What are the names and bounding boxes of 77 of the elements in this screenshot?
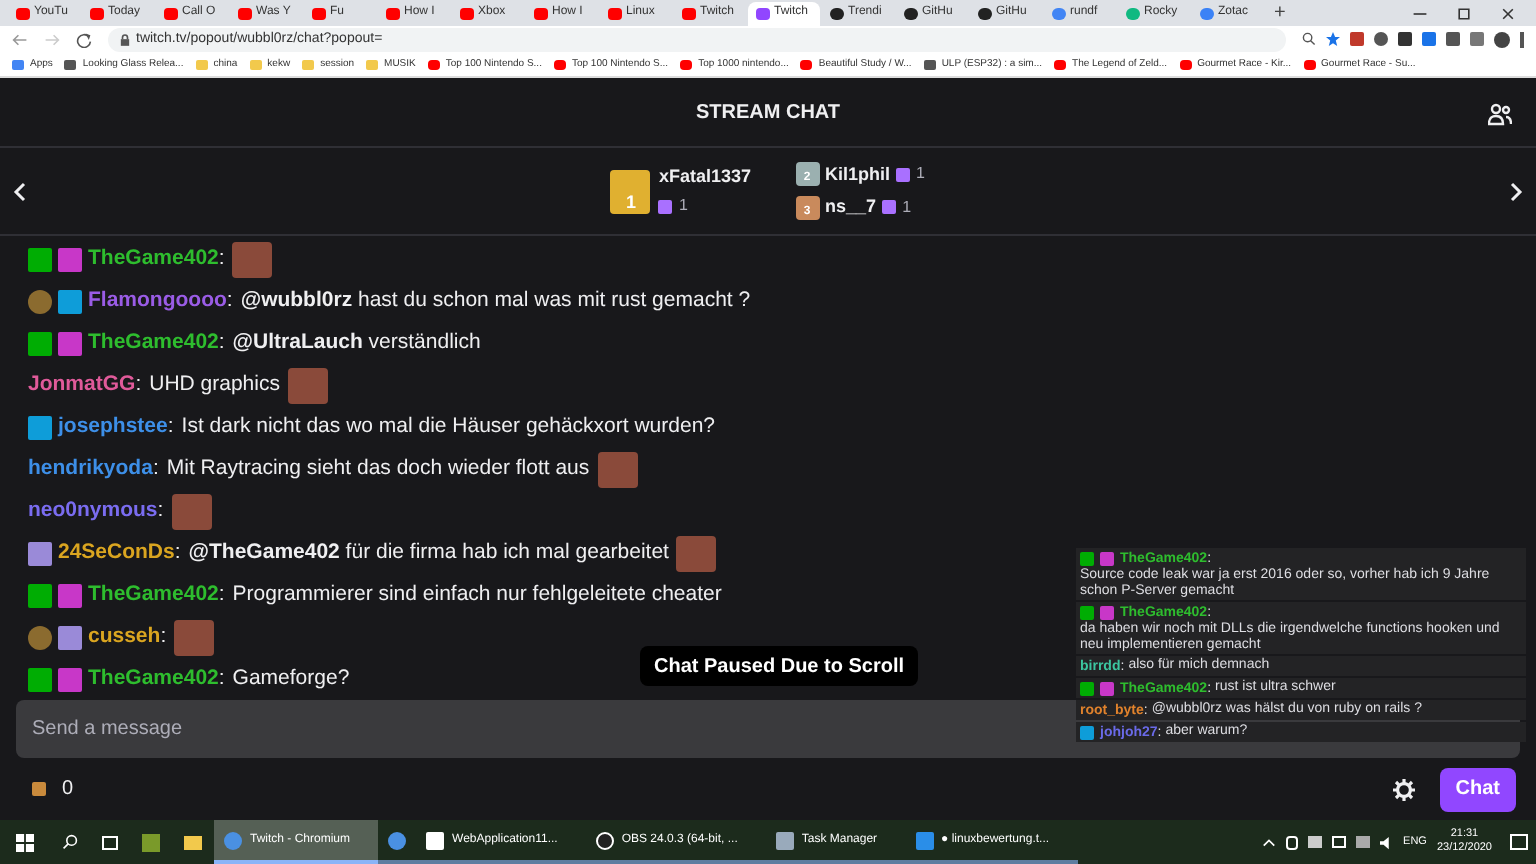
lock-icon <box>120 33 130 46</box>
colon: : <box>152 453 159 484</box>
chat-username[interactable]: cusseh <box>88 621 161 653</box>
tray-icon[interactable] <box>1355 836 1370 848</box>
chat-message: @UltraLauch verständlich <box>232 327 481 358</box>
new-tab-button[interactable]: + <box>1266 1 1294 26</box>
chat-username[interactable]: TheGame402 <box>88 663 219 695</box>
chat-username[interactable]: josephstee <box>58 411 168 443</box>
chat-username[interactable]: TheGame402 <box>88 579 219 611</box>
star-icon[interactable] <box>1326 32 1340 47</box>
avatar-icon[interactable] <box>1494 31 1510 48</box>
folder-icon <box>366 60 379 71</box>
chat-username[interactable]: TheGame402 <box>88 243 219 275</box>
maximize-icon[interactable] <box>1456 5 1472 22</box>
chevron-left-icon[interactable] <box>12 181 28 201</box>
page-icon <box>923 60 936 71</box>
chat-paused-banner[interactable]: Chat Paused Due to Scroll <box>640 646 919 686</box>
colon: : <box>160 621 167 652</box>
network-icon[interactable] <box>1331 836 1346 848</box>
chevron-right-icon[interactable] <box>1508 181 1524 201</box>
speaker-icon[interactable] <box>1379 835 1394 849</box>
zoom-icon[interactable] <box>1302 32 1316 47</box>
chat-username[interactable]: Flamongoooo <box>88 285 227 317</box>
chat-message: UHD graphics <box>149 369 280 400</box>
colon: : <box>167 411 174 442</box>
folder-icon <box>195 60 208 71</box>
leaderboard-name: Kil1phil <box>825 161 891 188</box>
colon: : <box>218 243 225 274</box>
colon: : <box>174 537 181 568</box>
colon: : <box>135 369 142 400</box>
colon: : <box>218 579 225 610</box>
chat-button[interactable]: Chat <box>1439 767 1516 811</box>
colon: : <box>218 327 225 358</box>
reload-icon[interactable] <box>76 31 92 48</box>
chat-username[interactable]: 24SeConDs <box>58 537 175 569</box>
gift-icon: 1 <box>610 169 651 213</box>
chat-username[interactable]: TheGame402 <box>88 327 219 359</box>
folder-icon <box>249 60 262 71</box>
chat-message: Mit Raytracing sieht das doch wieder flott aus <box>166 453 590 484</box>
site-icon <box>1200 7 1214 20</box>
channel-points-count: 0 <box>62 776 74 804</box>
app-icon <box>775 831 794 849</box>
app-icon <box>595 831 614 849</box>
leaderboard-name: xFatal1337 <box>658 163 752 190</box>
back-icon[interactable] <box>12 31 28 48</box>
users-icon[interactable] <box>1488 102 1512 126</box>
page-icon <box>64 60 77 71</box>
settings-icon[interactable] <box>1391 777 1416 801</box>
chat-username[interactable]: neo0nymous <box>28 495 158 527</box>
folder-icon <box>302 60 315 71</box>
task-view-icon[interactable] <box>102 835 118 849</box>
leaderboard-name: ns__7 <box>825 194 877 220</box>
chat-username[interactable]: JonmatGG <box>28 369 136 401</box>
close-icon[interactable] <box>1500 5 1516 22</box>
chat-username[interactable]: hendrikyoda <box>28 453 153 485</box>
apps-icon <box>12 60 24 71</box>
app-icon <box>915 831 934 849</box>
chat-message: Ist dark nicht das wo mal die Häuser gehäckxort wurden? <box>181 411 715 442</box>
chat-message: Programmierer sind einfach nur fehlgeleitete cheater <box>232 579 722 610</box>
folder-icon[interactable] <box>184 835 202 849</box>
chat-message: @TheGame402 für die firma hab ich mal gearbeitet <box>188 537 669 568</box>
colon: : <box>226 285 233 316</box>
app-icon[interactable] <box>142 833 160 851</box>
gift-count: 1 <box>902 195 912 220</box>
colon: : <box>157 495 164 526</box>
chat-message: @wubbl0rz hast du schon mal was mit rust gemacht ? <box>240 285 751 316</box>
colon: : <box>218 663 225 694</box>
site-icon <box>1126 7 1140 20</box>
app-icon <box>224 831 242 849</box>
windows-start-icon[interactable] <box>16 833 34 851</box>
search-icon[interactable] <box>62 834 78 850</box>
chat-message: Gameforge? <box>232 663 350 694</box>
chevron-up-icon[interactable] <box>1261 837 1276 847</box>
chat-title: STREAM CHAT <box>695 99 841 127</box>
notification-icon[interactable] <box>1510 834 1528 850</box>
gift-count: 1 <box>678 194 688 219</box>
gift-count: 1 <box>916 162 925 187</box>
